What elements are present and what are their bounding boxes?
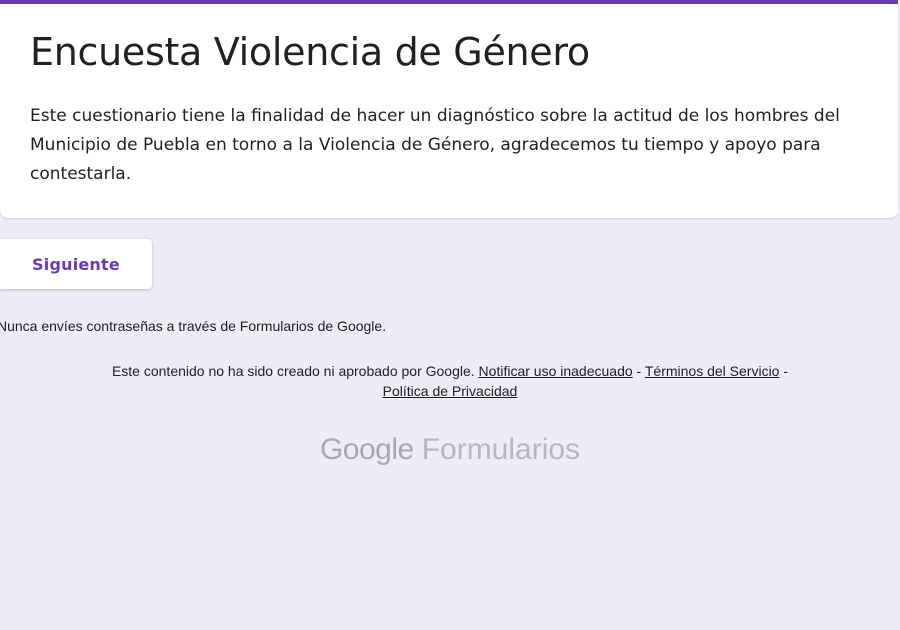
privacy-policy-link[interactable]: Política de Privacidad [383,383,518,399]
footer-separator: - [636,363,642,379]
footer-disclaimer: Este contenido no ha sido creado ni apro… [0,361,900,401]
terms-of-service-link[interactable]: Términos del Servicio [645,363,780,379]
forms-wordmark: Formularios [421,433,581,466]
report-abuse-link[interactable]: Notificar uso inadecuado [479,363,633,379]
google-forms-logo[interactable]: Google Formularios [0,430,900,470]
password-warning: Nunca envíes contraseñas a través de For… [0,318,387,334]
form-header-card: Encuesta Violencia de Género Este cuesti… [0,0,898,218]
disclaimer-text: Este contenido no ha sido creado ni apro… [111,363,475,379]
google-wordmark: Google [319,433,414,466]
form-description: Este cuestionario tiene la finalidad de … [30,106,840,184]
footer-separator: - [783,363,789,379]
next-button[interactable]: Siguiente [0,239,152,289]
form-title: Encuesta Violencia de Género [30,30,590,74]
